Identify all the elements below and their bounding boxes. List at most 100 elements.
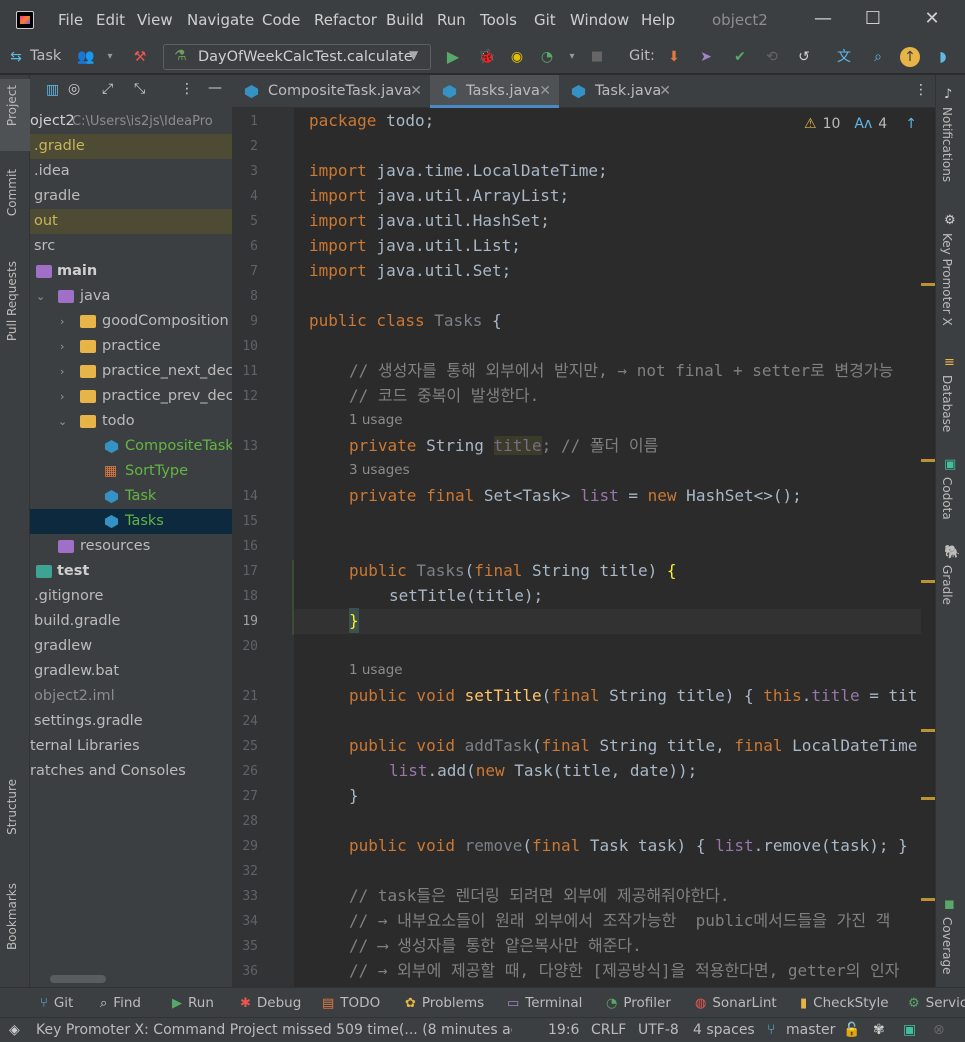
tab-compositetask[interactable]: CompositeTask.java ✕ <box>232 75 430 108</box>
notifications-tool-label[interactable]: Notifications <box>940 107 954 182</box>
code-editor[interactable]: ⚠ 10 Aʌ 4 ↑ ↓ package todo; import java.… <box>294 108 921 987</box>
tab-task[interactable]: Task.java ✕ <box>559 75 679 108</box>
run-icon[interactable]: ▶ <box>443 47 463 67</box>
minimize-icon[interactable]: — <box>812 8 834 30</box>
project-selector[interactable]: Task <box>30 48 61 64</box>
tree-item-external-libraries[interactable]: ternal Libraries <box>30 734 232 759</box>
translate-icon[interactable]: 文 <box>834 47 854 67</box>
codota-tool-label[interactable]: Codota <box>940 477 954 520</box>
tool-sonarlint[interactable]: ◍ SonarLint <box>695 995 777 1011</box>
tool-git[interactable]: ⑂ Git <box>40 995 73 1011</box>
close-icon[interactable]: ✕ <box>659 75 671 108</box>
status-message[interactable]: Key Promoter X: Command Project missed 5… <box>36 1022 512 1038</box>
error-stripe[interactable] <box>921 108 935 987</box>
coverage-icon[interactable]: ◉ <box>507 47 527 67</box>
options-icon[interactable]: ⋮ <box>180 81 194 97</box>
history-icon[interactable]: ⟲ <box>762 47 782 67</box>
database-icon[interactable]: ≡ <box>944 355 955 370</box>
hammer-icon[interactable]: ⚒ <box>130 47 150 67</box>
tool-checkstyle[interactable]: ▮ CheckStyle <box>800 995 889 1011</box>
menu-navigate[interactable]: Navigate <box>187 11 254 29</box>
tree-item-src[interactable]: src <box>30 234 232 259</box>
hide-panel-icon[interactable]: — <box>208 80 222 96</box>
project-view-icon[interactable]: ▥ <box>46 82 59 98</box>
stop-icon[interactable]: ■ <box>587 47 607 67</box>
indent-setting[interactable]: 4 spaces <box>693 1022 755 1038</box>
menu-build[interactable]: Build <box>386 11 424 29</box>
collapse-all-icon[interactable]: ⤡ <box>134 81 145 97</box>
tree-item-out[interactable]: out <box>30 209 232 234</box>
target-icon[interactable]: ◎ <box>68 81 80 97</box>
tree-item-task[interactable]: Task <box>30 484 232 509</box>
usage-hint[interactable]: 1 usage <box>349 412 403 428</box>
tree-item-settings-gradle[interactable]: settings.gradle <box>30 709 232 734</box>
notifications-status-icon[interactable]: ⊗ <box>933 1022 945 1038</box>
close-icon[interactable]: ✕ <box>539 75 551 108</box>
tool-terminal[interactable]: ▭ Terminal <box>507 995 582 1011</box>
project-tool-tab[interactable]: Project <box>0 79 30 151</box>
menu-run[interactable]: Run <box>437 11 466 29</box>
tree-item-idea[interactable]: .idea <box>30 159 232 184</box>
tool-run[interactable]: ▶ Run <box>172 995 214 1011</box>
warning-mark[interactable] <box>921 459 935 462</box>
tool-problems[interactable]: ✿ Problems <box>405 995 484 1011</box>
tab-tasks[interactable]: Tasks.java ✕ <box>430 75 559 108</box>
users-icon[interactable]: 👥 <box>76 47 96 67</box>
tree-item-java[interactable]: ⌄ java <box>30 284 232 309</box>
chevron-down-icon[interactable]: ▾ <box>562 47 582 67</box>
chevron-down-icon[interactable]: ⌄ <box>58 409 70 434</box>
tool-profiler[interactable]: ◔ Profiler <box>606 995 671 1011</box>
git-push-icon[interactable]: ➤ <box>696 47 716 67</box>
chevron-right-icon[interactable]: › <box>60 309 72 334</box>
menu-window[interactable]: Window <box>570 11 629 29</box>
menu-edit[interactable]: Edit <box>96 11 125 29</box>
tree-item-resources[interactable]: resources <box>30 534 232 559</box>
bookmarks-tool-label[interactable]: Bookmarks <box>5 883 19 950</box>
menu-git[interactable]: Git <box>534 11 556 29</box>
profiler-icon[interactable]: ◔ <box>537 47 557 67</box>
menu-code[interactable]: Code <box>262 11 300 29</box>
tree-item-main[interactable]: main <box>30 259 232 284</box>
menu-refactor[interactable]: Refactor <box>314 11 377 29</box>
usage-hint[interactable]: 3 usages <box>349 462 410 478</box>
tool-find[interactable]: ⌕ Find <box>100 995 141 1011</box>
chevron-right-icon[interactable]: › <box>60 384 72 409</box>
tree-item-gradle[interactable]: gradle <box>30 184 232 209</box>
caret-position[interactable]: 19:6 <box>548 1022 579 1038</box>
commit-tool-label[interactable]: Commit <box>5 169 19 216</box>
tree-item-gradle-dir[interactable]: .gradle <box>30 134 232 159</box>
tool-debug[interactable]: ✱ Debug <box>240 995 301 1011</box>
key-icon[interactable]: ⚙ <box>944 213 956 228</box>
warning-mark[interactable] <box>921 283 935 286</box>
close-icon[interactable]: ✕ <box>410 75 422 108</box>
tree-item-practice[interactable]: › practice <box>30 334 232 359</box>
layers-icon[interactable]: ◈ <box>9 1022 20 1038</box>
search-icon[interactable]: ⌕ <box>868 47 888 67</box>
tree-item-test[interactable]: test <box>30 559 232 584</box>
horizontal-scrollbar[interactable] <box>50 975 106 983</box>
coverage-tool-label[interactable]: Coverage <box>940 917 954 975</box>
tree-item-tasks[interactable]: Tasks <box>30 509 232 534</box>
build-project-icon[interactable]: ⇆ <box>6 47 26 67</box>
menu-help[interactable]: Help <box>641 11 675 29</box>
inspector-icon[interactable]: ✾ <box>873 1022 885 1038</box>
menu-view[interactable]: View <box>137 11 173 29</box>
tree-item-scratches[interactable]: ratches and Consoles <box>30 759 232 784</box>
previous-highlight-icon[interactable]: ↑ <box>905 116 917 132</box>
expand-all-icon[interactable]: ⤢ <box>102 81 113 97</box>
tree-root[interactable]: oject2 C:\Users\is2js\IdeaPro <box>30 109 232 134</box>
database-tool-label[interactable]: Database <box>940 375 954 432</box>
warning-mark[interactable] <box>921 898 935 901</box>
key-promoter-tool-label[interactable]: Key Promoter X <box>940 233 954 326</box>
update-icon[interactable]: ↑ <box>900 47 920 67</box>
codota-tool-icon[interactable]: ▣ <box>944 457 956 472</box>
warning-mark[interactable] <box>921 797 935 800</box>
chevron-down-icon[interactable]: ▾ <box>100 47 120 67</box>
inspection-widget[interactable]: ⚠ 10 Aʌ 4 ↑ ↓ <box>804 116 921 132</box>
intellij-logo-icon[interactable] <box>16 11 34 29</box>
menu-tools[interactable]: Tools <box>480 11 517 29</box>
warning-mark[interactable] <box>921 580 935 583</box>
debug-icon[interactable]: 🐞 <box>477 47 497 67</box>
bell-icon[interactable]: ♪ <box>944 87 952 102</box>
line-separator[interactable]: CRLF <box>591 1022 626 1038</box>
